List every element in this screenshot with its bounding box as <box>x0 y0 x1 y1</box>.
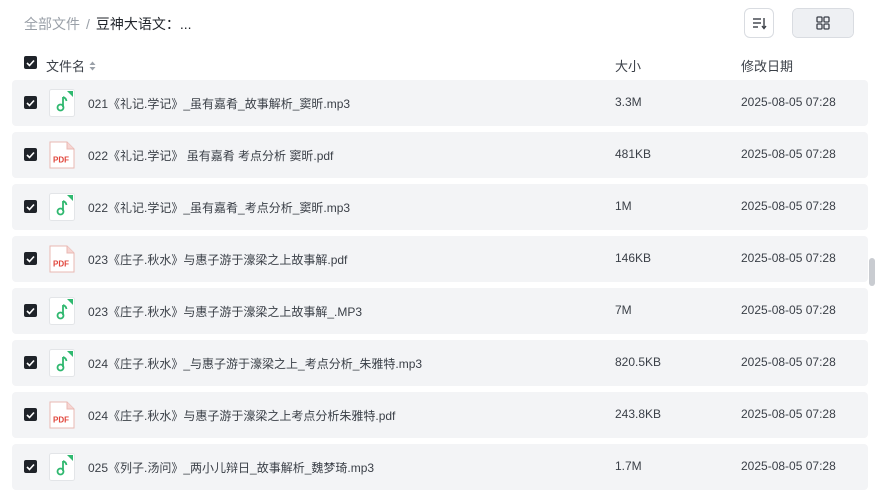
file-name[interactable]: 022《礼记.学记》 虽有嘉肴 考点分析 窦昕.pdf <box>88 147 333 164</box>
row-checkbox[interactable] <box>24 200 37 213</box>
file-size: 1.7M <box>615 459 642 473</box>
file-size: 481KB <box>615 147 652 161</box>
svg-text:PDF: PDF <box>53 416 69 425</box>
pdf-file-icon: PDF <box>49 401 75 429</box>
music-note-icon <box>49 349 75 377</box>
pdf-file-icon: PDF <box>49 245 75 273</box>
breadcrumb-root[interactable]: 全部文件 <box>24 16 80 32</box>
file-modified-date: 2025-08-05 07:28 <box>741 355 836 369</box>
music-note-icon <box>49 193 75 221</box>
file-name[interactable]: 025《列子.汤问》_两小儿辩日_故事解析_魏梦琦.mp3 <box>88 459 374 476</box>
svg-text:PDF: PDF <box>53 156 69 165</box>
check-icon <box>26 359 35 367</box>
row-checkbox[interactable] <box>24 96 37 109</box>
file-list: 021《礼记.学记》_虽有嘉肴_故事解析_窦昕.mp3 3.3M 2025-08-0… <box>12 80 868 496</box>
breadcrumb: 全部文件 / 豆神大语文：... <box>24 15 192 33</box>
file-size: 820.5KB <box>615 355 662 369</box>
sort-button[interactable] <box>744 8 774 38</box>
file-name[interactable]: 024《庄子.秋水》与惠子游于濠梁之上考点分析朱雅特.pdf <box>88 407 395 424</box>
breadcrumb-separator: / <box>86 16 90 32</box>
table-header: 文件名 大小 修改日期 <box>0 52 878 76</box>
table-row[interactable]: 021《礼记.学记》_虽有嘉肴_故事解析_窦昕.mp3 3.3M 2025-08-0… <box>12 80 868 126</box>
file-size: 243.8KB <box>615 407 662 421</box>
file-size: 7M <box>615 303 632 317</box>
breadcrumb-current: 豆神大语文：... <box>95 16 192 32</box>
file-modified-date: 2025-08-05 07:28 <box>741 95 836 109</box>
file-modified-date: 2025-08-05 07:28 <box>741 251 836 265</box>
file-modified-date: 2025-08-05 07:28 <box>741 199 836 213</box>
check-icon <box>26 307 35 315</box>
file-modified-date: 2025-08-05 07:28 <box>741 407 836 421</box>
table-row[interactable]: PDF 024《庄子.秋水》与惠子游于濠梁之上考点分析朱雅特.pdf 243.8KB… <box>12 392 868 438</box>
file-name[interactable]: 024《庄子.秋水》_与惠子游于濠梁之上_考点分析_朱雅特.mp3 <box>88 355 422 372</box>
row-checkbox[interactable] <box>24 304 37 317</box>
top-bar: 全部文件 / 豆神大语文：... <box>0 0 878 48</box>
file-modified-date: 2025-08-05 07:28 <box>741 303 836 317</box>
scrollbar-thumb[interactable] <box>869 258 875 286</box>
view-toggle <box>792 8 854 38</box>
check-icon <box>26 203 35 211</box>
table-row[interactable]: PDF 022《礼记.学记》 虽有嘉肴 考点分析 窦昕.pdf 481KB 2025-… <box>12 132 868 178</box>
file-name[interactable]: 022《礼记.学记》_虽有嘉肴_考点分析_窦昕.mp3 <box>88 199 350 216</box>
row-checkbox[interactable] <box>24 356 37 369</box>
grid-view-icon <box>816 16 830 30</box>
name-column-header[interactable]: 文件名 <box>46 56 96 75</box>
table-row[interactable]: 025《列子.汤问》_两小儿辩日_故事解析_魏梦琦.mp3 1.7M 2025-08… <box>12 444 868 490</box>
file-size: 3.3M <box>615 95 642 109</box>
name-column-label: 文件名 <box>46 59 86 74</box>
check-icon <box>26 255 35 263</box>
file-modified-date: 2025-08-05 07:28 <box>741 147 836 161</box>
file-name[interactable]: 021《礼记.学记》_虽有嘉肴_故事解析_窦昕.mp3 <box>88 95 350 112</box>
check-icon <box>26 151 35 159</box>
row-checkbox[interactable] <box>24 252 37 265</box>
table-row[interactable]: 023《庄子.秋水》与惠子游于濠梁之上故事解_.MP3 7M 2025-08-05 … <box>12 288 868 334</box>
music-note-icon <box>49 297 75 325</box>
grid-view-button[interactable] <box>793 9 853 37</box>
file-modified-date: 2025-08-05 07:28 <box>741 459 836 473</box>
size-column-header[interactable]: 大小 <box>615 56 641 75</box>
check-icon <box>26 463 35 471</box>
check-icon <box>26 411 35 419</box>
modified-column-header[interactable]: 修改日期 <box>741 56 793 75</box>
row-checkbox[interactable] <box>24 408 37 421</box>
file-name[interactable]: 023《庄子.秋水》与惠子游于濠梁之上故事解.pdf <box>88 251 347 268</box>
table-row[interactable]: 024《庄子.秋水》_与惠子游于濠梁之上_考点分析_朱雅特.mp3 820.5KB… <box>12 340 868 386</box>
table-row[interactable]: PDF 023《庄子.秋水》与惠子游于濠梁之上故事解.pdf 146KB 2025-0… <box>12 236 868 282</box>
select-all-checkbox[interactable] <box>24 56 37 69</box>
check-icon <box>26 99 35 107</box>
music-note-icon <box>49 89 75 117</box>
sort-indicator-icon <box>89 61 96 70</box>
file-size: 146KB <box>615 251 652 265</box>
pdf-file-icon: PDF <box>49 141 75 169</box>
row-checkbox[interactable] <box>24 148 37 161</box>
svg-text:PDF: PDF <box>53 260 69 269</box>
row-checkbox[interactable] <box>24 460 37 473</box>
check-icon <box>26 59 35 67</box>
file-size: 1M <box>615 199 632 213</box>
table-row[interactable]: 022《礼记.学记》_虽有嘉肴_考点分析_窦昕.mp3 1M 2025-08-05 … <box>12 184 868 230</box>
music-note-icon <box>49 453 75 481</box>
file-name[interactable]: 023《庄子.秋水》与惠子游于濠梁之上故事解_.MP3 <box>88 303 362 320</box>
sort-icon <box>753 18 767 30</box>
